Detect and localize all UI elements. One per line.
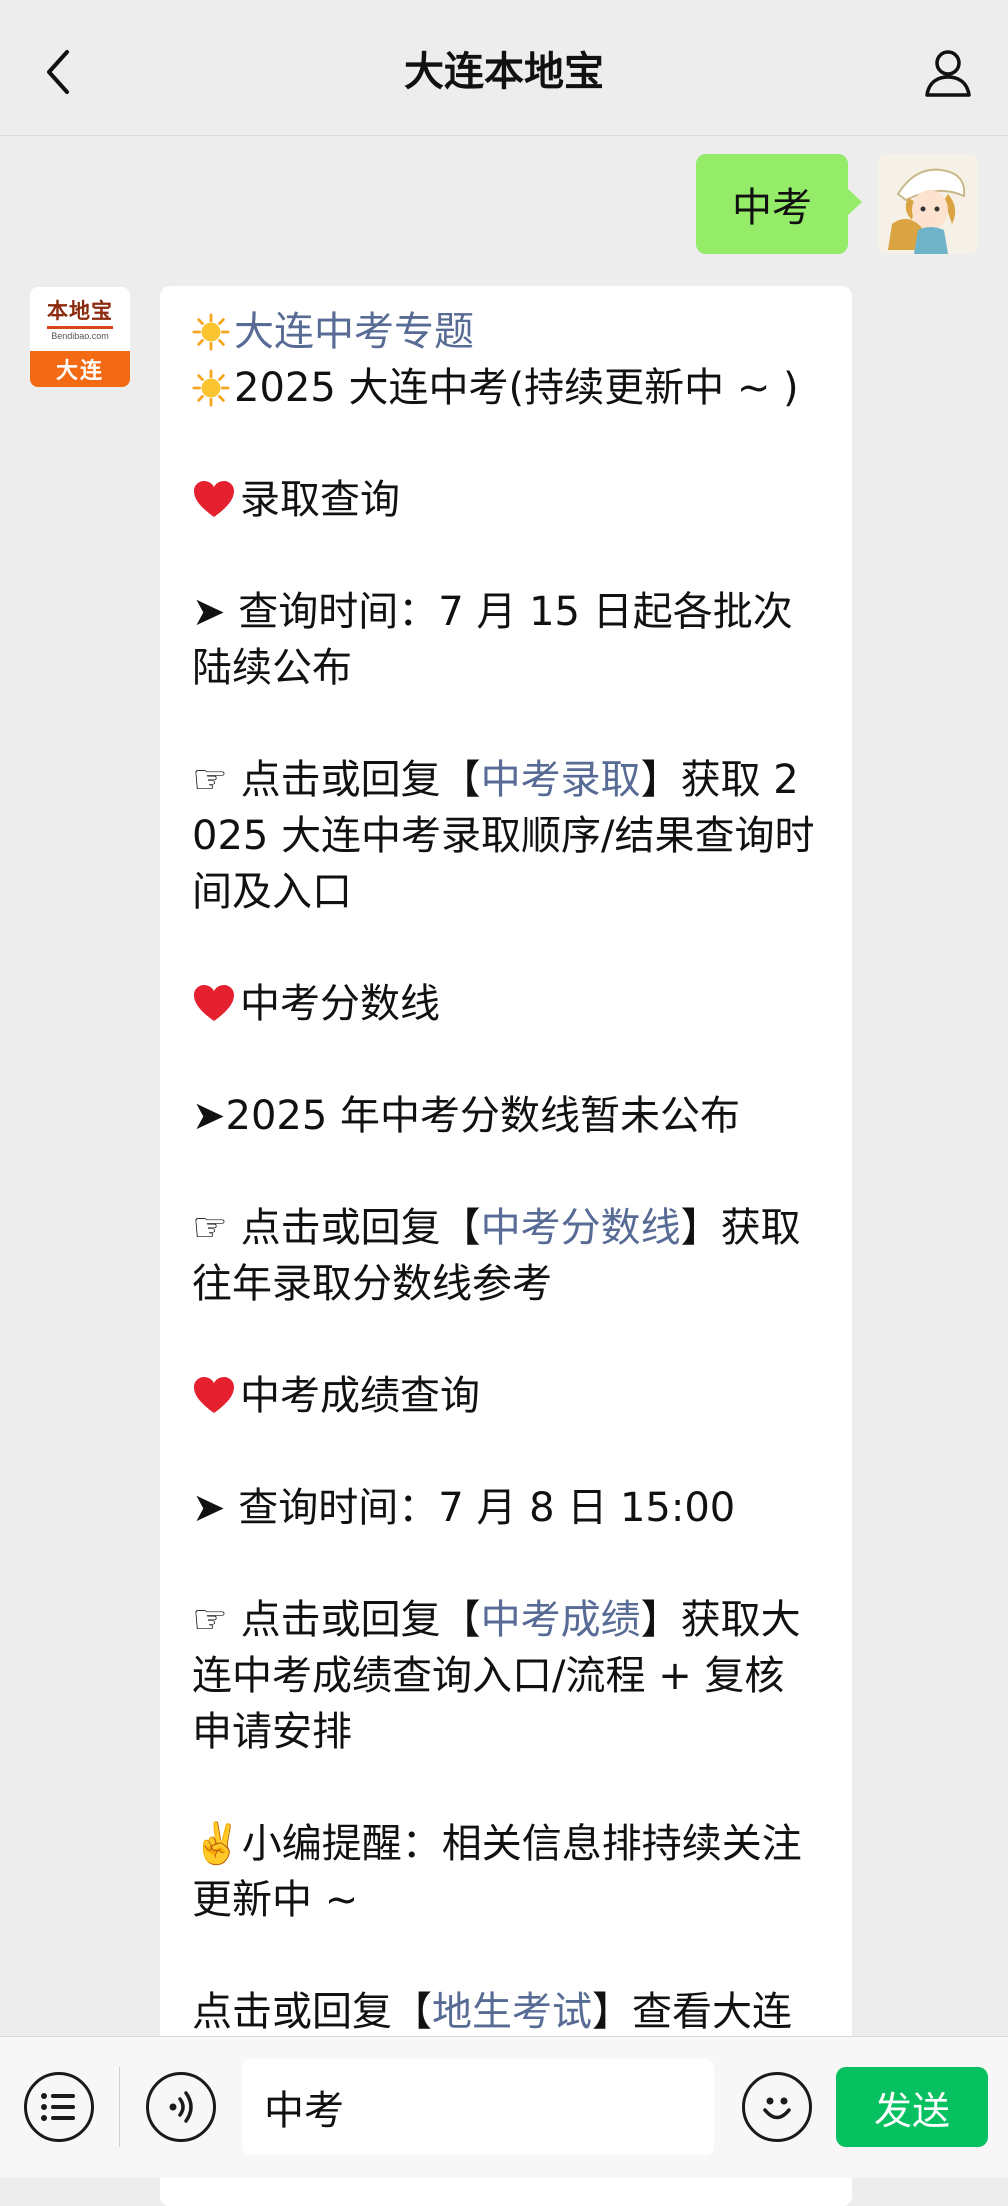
heart-icon	[194, 985, 234, 1021]
profile-icon[interactable]	[918, 42, 978, 102]
reply-prefix: 点击或回复【	[192, 1989, 432, 2035]
topic-line: 大连中考专题	[192, 304, 820, 360]
user-avatar[interactable]	[878, 154, 978, 254]
sun-icon	[192, 369, 230, 407]
sun-icon	[192, 313, 230, 351]
incoming-message-bubble: 大连中考专题 2025 大连中考(持续更新中 ~ ) 录取查询 ➤ 查询时间：7…	[160, 286, 852, 2206]
score-line-link[interactable]: 中考分数线	[481, 1205, 681, 1251]
results-link[interactable]: 中考成绩	[481, 1597, 641, 1643]
exam-link[interactable]: 地生考试	[432, 1989, 592, 2035]
heart-icon	[194, 1377, 234, 1413]
chat-title: 大连本地宝	[404, 48, 604, 95]
intro-line: 2025 大连中考(持续更新中 ~ )	[192, 360, 820, 416]
divider	[119, 2067, 120, 2147]
admission-reply-line: ☞ 点击或回复【中考录取】获取 2025 大连中考录取顺序/结果查询时间及入口	[192, 752, 820, 920]
voice-icon[interactable]	[146, 2072, 216, 2142]
outgoing-message-bubble[interactable]: 中考	[696, 154, 862, 254]
admission-time: ➤ 查询时间：7 月 15 日起各批次陆续公布	[192, 589, 793, 691]
bot-logo-text: 本地宝	[47, 298, 113, 329]
intro-text: 2025 大连中考(持续更新中 ~ )	[234, 365, 799, 411]
reply-prefix: ☞ 点击或回复【	[192, 1597, 481, 1643]
emoji-icon[interactable]	[742, 2072, 812, 2142]
reply-suffix: 】查看大连	[592, 1989, 792, 2035]
section-title-text: 中考成绩查询	[240, 1373, 480, 1419]
bot-logo-city: 大连	[30, 351, 130, 387]
message-input[interactable]	[242, 2059, 714, 2155]
results-reply-line: ☞ 点击或回复【中考成绩】获取大连中考成绩查询入口/流程 + 复核申请安排	[192, 1592, 820, 1760]
reply-prefix: ☞ 点击或回复【	[192, 1205, 481, 1251]
score-line-reply-line: ☞ 点击或回复【中考分数线】获取往年录取分数线参考	[192, 1200, 820, 1312]
top-bar: 大连本地宝	[0, 0, 1008, 136]
bot-avatar[interactable]: 本地宝 Bendibao.com 大连	[30, 287, 130, 387]
section-title-text: 录取查询	[240, 477, 400, 523]
section-title-admission: 录取查询	[192, 472, 820, 528]
bot-logo: 本地宝 Bendibao.com	[30, 287, 130, 351]
editor-reminder: ✌️小编提醒：相关信息排持续关注更新中 ~	[192, 1821, 802, 1923]
admission-link[interactable]: 中考录取	[481, 757, 641, 803]
section-title-results: 中考成绩查询	[192, 1368, 820, 1424]
topic-link[interactable]: 大连中考专题	[234, 309, 474, 355]
menu-list-icon[interactable]	[24, 2072, 94, 2142]
section-title-score-line: 中考分数线	[192, 976, 820, 1032]
outgoing-message-text: 中考	[732, 185, 812, 231]
back-icon[interactable]	[28, 42, 88, 102]
reply-prefix: ☞ 点击或回复【	[192, 757, 481, 803]
input-bar: 发送	[0, 2036, 1008, 2178]
results-time: ➤ 查询时间：7 月 8 日 15:00	[192, 1485, 736, 1531]
score-line-status: ➤2025 年中考分数线暂未公布	[192, 1093, 741, 1139]
section-title-text: 中考分数线	[240, 981, 440, 1027]
heart-icon	[194, 481, 234, 517]
send-button[interactable]: 发送	[836, 2067, 988, 2147]
exam-reply-line: 点击或回复【地生考试】查看大连	[192, 1984, 820, 2040]
bot-logo-domain: Bendibao.com	[51, 330, 109, 341]
